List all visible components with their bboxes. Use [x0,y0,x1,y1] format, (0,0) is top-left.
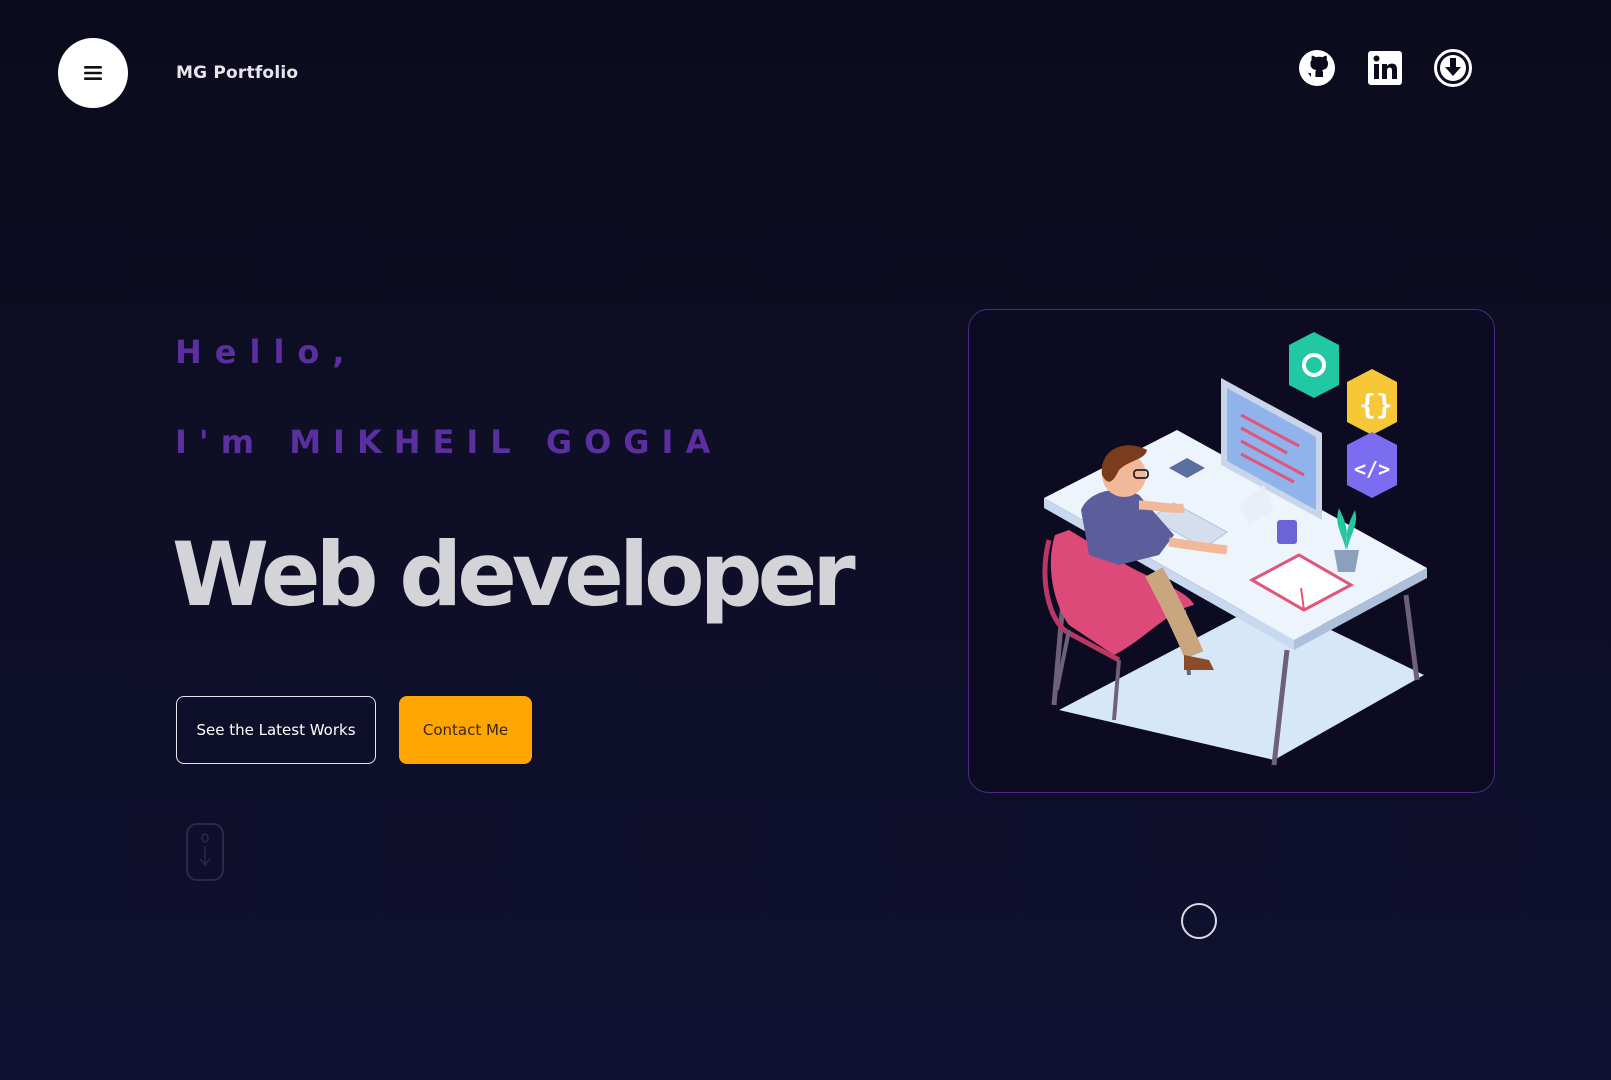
menu-button[interactable] [58,38,128,108]
social-links [1297,48,1473,88]
hero-role: Web developer [172,523,856,626]
svg-text:{}: {} [1359,388,1393,421]
download-cv-link[interactable] [1433,48,1473,88]
scroll-mouse-icon [186,823,224,881]
latest-works-button[interactable]: See the Latest Works [176,696,376,764]
svg-text:</>: </> [1354,457,1390,481]
linkedin-icon [1368,51,1402,85]
hero-greeting: Hello, [175,333,358,371]
menu-icon [84,66,102,80]
developer-illustration-card: {} </> [968,309,1495,793]
github-icon [1299,50,1335,86]
developer-at-desk-illustration: {} </> [1042,332,1427,766]
scroll-indicator[interactable] [1181,903,1217,939]
github-link[interactable] [1297,48,1337,88]
brand-name[interactable]: MG Portfolio [176,63,298,83]
hero-intro: I'm MIKHEIL GOGIA [175,423,723,461]
contact-me-button[interactable]: Contact Me [399,696,532,764]
download-icon [1434,49,1472,87]
linkedin-link[interactable] [1365,48,1405,88]
